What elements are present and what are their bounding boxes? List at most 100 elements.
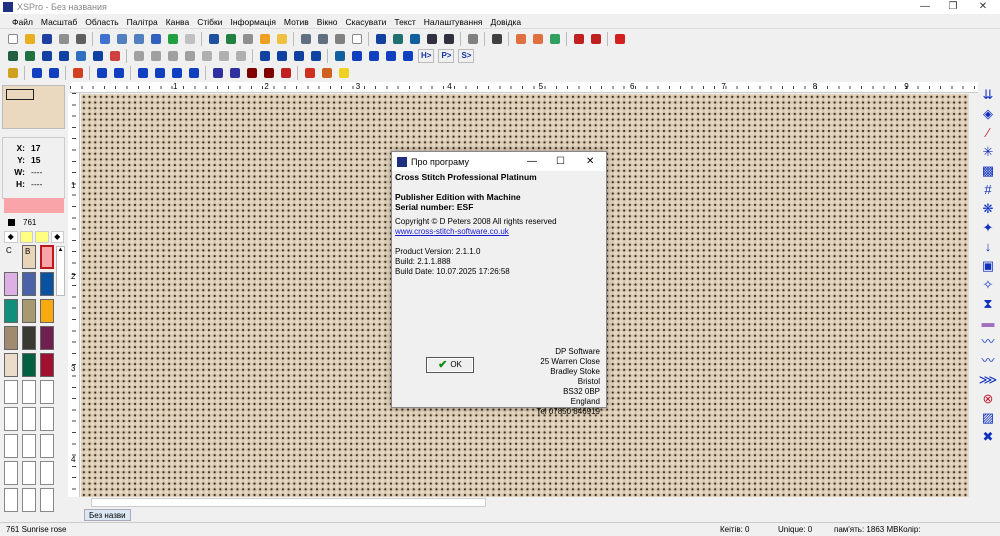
cross-stitch-button[interactable]	[29, 65, 44, 80]
flip-button[interactable]	[199, 48, 214, 63]
palette-swatch[interactable]	[22, 326, 36, 350]
menu-item[interactable]: Скасувати	[346, 17, 387, 27]
menu-item[interactable]: Канва	[166, 17, 190, 27]
arc-button[interactable]	[319, 65, 334, 80]
menu-item[interactable]: Палітра	[127, 17, 158, 27]
new-button[interactable]	[5, 31, 20, 46]
scroll-thumb[interactable]	[91, 498, 486, 507]
paste-button[interactable]	[165, 48, 180, 63]
backstitch-button[interactable]	[210, 65, 225, 80]
specialty-stitch-12-icon[interactable]: ⧗	[979, 294, 997, 313]
paint-button[interactable]	[5, 48, 20, 63]
specialty-stitch-9-icon[interactable]: ↓	[979, 237, 997, 256]
palette-empty-slot[interactable]	[22, 407, 36, 431]
stitch-x-button[interactable]	[332, 48, 347, 63]
stitch-x3-button[interactable]	[366, 48, 381, 63]
palette-swatch[interactable]	[4, 272, 18, 296]
crosshair-button[interactable]	[148, 31, 163, 46]
dialog-minimize-button[interactable]: —	[527, 156, 537, 167]
palette-swatch[interactable]: B	[22, 245, 36, 269]
palette-empty-slot[interactable]	[4, 407, 18, 431]
stitch-x2-button[interactable]	[349, 48, 364, 63]
half-stitch-erase-button[interactable]	[70, 65, 85, 80]
specialty-stitch-7-icon[interactable]: ❋	[979, 199, 997, 218]
palette-empty-slot[interactable]	[4, 434, 18, 458]
half-stitch-button[interactable]	[94, 65, 109, 80]
specialty-stitch-11-icon[interactable]: ✧	[979, 275, 997, 294]
palette-empty-slot[interactable]	[40, 461, 54, 485]
marker-button[interactable]	[571, 31, 586, 46]
mirror-button[interactable]	[291, 48, 306, 63]
delete-x-button[interactable]	[612, 31, 627, 46]
grid1-button[interactable]	[298, 31, 313, 46]
toolbar-s-button[interactable]: S>	[458, 48, 475, 63]
stitch-view1-button[interactable]	[373, 31, 388, 46]
curve-button[interactable]	[244, 65, 259, 80]
pin-button[interactable]	[513, 31, 528, 46]
select-rect-button[interactable]	[97, 31, 112, 46]
needle-button[interactable]	[22, 48, 37, 63]
palette-empty-slot[interactable]	[22, 461, 36, 485]
palette-scrollbar[interactable]: ▲	[56, 246, 65, 296]
window-button[interactable]	[240, 31, 255, 46]
palette-empty-slot[interactable]	[40, 434, 54, 458]
vertical-scrollbar[interactable]	[968, 94, 978, 497]
palette-empty-slot[interactable]	[22, 380, 36, 404]
text-button[interactable]	[73, 48, 88, 63]
menu-item[interactable]: Область	[85, 17, 118, 27]
menu-item[interactable]: Файл	[12, 17, 33, 27]
palette-swatch[interactable]	[40, 245, 54, 269]
symbol-slot[interactable]: ◆	[4, 231, 18, 243]
specialty-stitch-18-icon[interactable]: ▨	[979, 408, 997, 427]
open-button[interactable]	[22, 31, 37, 46]
palette-swatch[interactable]	[40, 272, 54, 296]
palette-swatch[interactable]	[40, 299, 54, 323]
rotate-button[interactable]	[216, 48, 231, 63]
lasso-button[interactable]	[131, 31, 146, 46]
palette-swatch[interactable]	[22, 272, 36, 296]
print-button[interactable]	[56, 31, 71, 46]
specialty-stitch-17-icon[interactable]: ⊗	[979, 389, 997, 408]
palette-swatch[interactable]	[22, 353, 36, 377]
menu-item[interactable]: Масштаб	[41, 17, 77, 27]
view-button[interactable]	[206, 31, 221, 46]
undo-button[interactable]	[257, 48, 272, 63]
circle-button[interactable]	[336, 65, 351, 80]
specialty-stitch-10-icon[interactable]: ▣	[979, 256, 997, 275]
close-button[interactable]: ✕	[968, 0, 998, 14]
menu-item[interactable]: Інформація	[230, 17, 275, 27]
dialog-maximize-button[interactable]: ☐	[556, 156, 565, 167]
specialty-stitch-4-icon[interactable]: ✳	[979, 142, 997, 161]
needle3-button[interactable]	[56, 48, 71, 63]
toolbar-p-button[interactable]: P>	[438, 48, 455, 63]
specialty-stitch-19-icon[interactable]: ✖	[979, 427, 997, 446]
mirror2-button[interactable]	[308, 48, 323, 63]
cross-erase-button[interactable]	[46, 65, 61, 80]
minimize-button[interactable]: —	[910, 0, 940, 14]
symbol-slot[interactable]	[35, 231, 49, 243]
check-button[interactable]	[547, 31, 562, 46]
gear-disabled-button[interactable]	[233, 48, 248, 63]
paste2-button[interactable]	[182, 48, 197, 63]
ok-button[interactable]: ✔ OK	[426, 357, 474, 373]
stitch-view2-button[interactable]	[390, 31, 405, 46]
redo-button[interactable]	[274, 48, 289, 63]
zoom-select-button[interactable]	[223, 31, 238, 46]
menu-item[interactable]: Довідка	[491, 17, 522, 27]
cut-button[interactable]	[131, 48, 146, 63]
hand2-button[interactable]	[274, 31, 289, 46]
stitch-x5-button[interactable]	[400, 48, 415, 63]
specialty-stitch-13-icon[interactable]: ▬	[979, 313, 997, 332]
half-stitch2-button[interactable]	[111, 65, 126, 80]
menu-item[interactable]: Мотив	[284, 17, 309, 27]
pencil-button[interactable]	[5, 65, 20, 80]
menu-item[interactable]: Текст	[394, 17, 415, 27]
palette-empty-slot[interactable]	[40, 380, 54, 404]
palette-swatch[interactable]: C	[4, 245, 18, 269]
text-bold-button[interactable]	[90, 48, 105, 63]
palette-empty-slot[interactable]	[4, 488, 18, 512]
dropdown-grid-button[interactable]	[465, 31, 480, 46]
palette-empty-slot[interactable]	[22, 488, 36, 512]
marker2-button[interactable]	[588, 31, 603, 46]
disabled-button[interactable]	[182, 31, 197, 46]
